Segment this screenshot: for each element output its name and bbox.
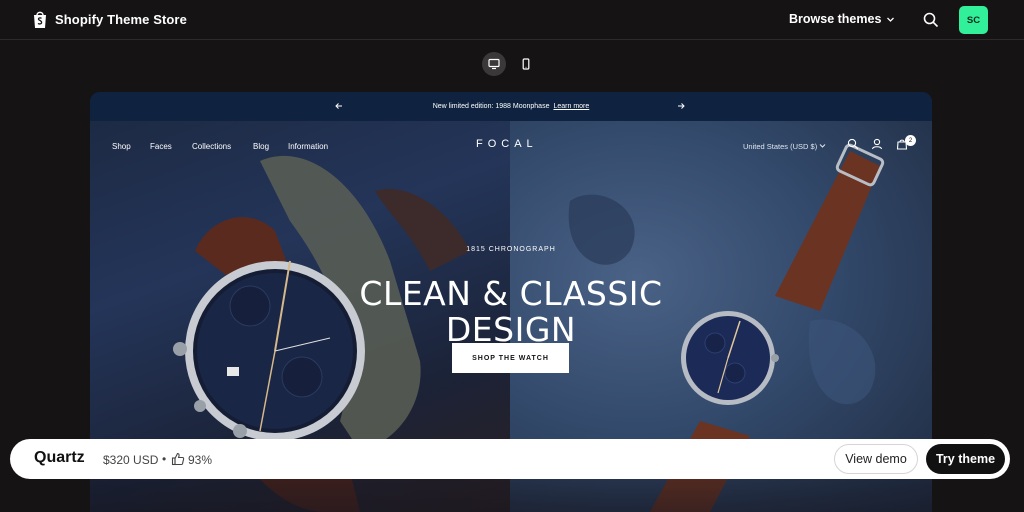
- nav-shop[interactable]: Shop: [112, 142, 131, 151]
- try-theme-button[interactable]: Try theme: [926, 444, 1005, 474]
- avatar[interactable]: SC: [959, 6, 988, 34]
- search-icon[interactable]: [847, 138, 859, 150]
- theme-price: $320 USD: [103, 453, 159, 467]
- nav-information[interactable]: Information: [288, 142, 328, 151]
- announcement-bar: New limited edition: 1988 Moonphase Lear…: [90, 92, 932, 121]
- thumbs-up-icon: [171, 452, 185, 466]
- hero-headline-line1: CLEAN & CLASSIC: [359, 274, 663, 313]
- mobile-icon: [522, 58, 530, 70]
- account-icon[interactable]: [871, 138, 883, 150]
- store-brand-logo[interactable]: FOCAL: [476, 138, 538, 150]
- mobile-view-toggle[interactable]: [514, 52, 538, 76]
- store-logo[interactable]: Shopify Theme Store: [32, 10, 187, 29]
- browse-themes-label: Browse themes: [789, 12, 882, 26]
- region-label: United States (USD $): [743, 142, 818, 151]
- nav-faces[interactable]: Faces: [150, 142, 172, 151]
- arrow-left-icon[interactable]: [334, 101, 344, 111]
- theme-rating: 93%: [188, 453, 213, 467]
- hero-eyebrow: 1815 CHRONOGRAPH: [466, 246, 556, 253]
- top-header: Shopify Theme Store Browse themes SC: [0, 0, 1024, 40]
- shopify-bag-icon: [34, 11, 46, 28]
- announcement-link[interactable]: Learn more: [553, 103, 589, 110]
- view-demo-button[interactable]: View demo: [834, 444, 918, 474]
- browse-themes-menu[interactable]: Browse themes: [789, 12, 895, 26]
- theme-info-bar: Quartz $320 USD • 93% View demo Try them…: [10, 439, 1010, 479]
- separator-dot: •: [162, 452, 167, 466]
- shop-the-watch-button[interactable]: SHOP THE WATCH: [452, 343, 569, 373]
- store-title: Shopify Theme Store: [55, 12, 187, 27]
- search-icon[interactable]: [922, 11, 940, 29]
- cart-count-badge: 2: [905, 135, 916, 146]
- chevron-down-icon: [819, 144, 826, 148]
- nav-collections[interactable]: Collections: [192, 142, 231, 151]
- desktop-icon: [488, 58, 500, 70]
- desktop-view-toggle[interactable]: [482, 52, 506, 76]
- chevron-down-icon: [887, 17, 895, 22]
- region-selector[interactable]: United States (USD $): [743, 142, 826, 151]
- nav-blog[interactable]: Blog: [253, 142, 269, 151]
- announcement-text: New limited edition: 1988 Moonphase: [432, 103, 550, 110]
- arrow-right-icon[interactable]: [676, 101, 686, 111]
- theme-name: Quartz: [34, 449, 85, 466]
